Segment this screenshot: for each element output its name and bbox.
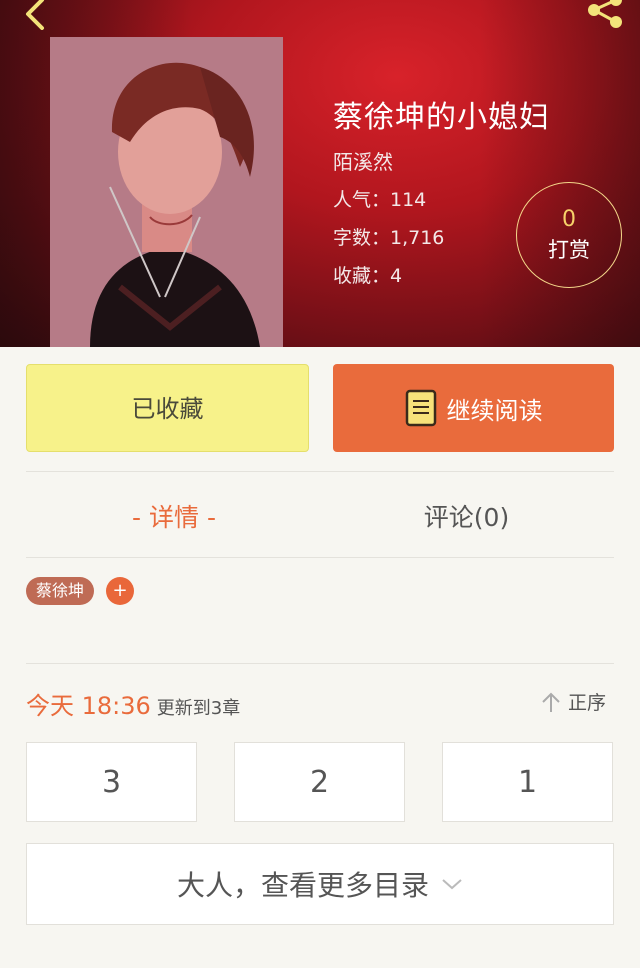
divider: [26, 663, 614, 664]
add-tag-button[interactable]: +: [106, 577, 134, 605]
more-chapters-label: 大人，查看更多目录: [176, 869, 429, 902]
tag-chip[interactable]: 蔡徐坤: [26, 577, 95, 605]
chevron-down-icon: [442, 879, 462, 890]
sort-order-button[interactable]: 正序: [540, 688, 606, 715]
chapter-button[interactable]: 1: [442, 742, 613, 822]
update-info: 今天 18:36 更新到3章: [26, 686, 240, 721]
back-button[interactable]: [18, 0, 52, 30]
book-icon: [405, 389, 436, 427]
up-arrow-icon: [542, 692, 560, 712]
divider: [26, 557, 614, 558]
continue-reading-label: 继续阅读: [446, 396, 543, 425]
favorites-stat: 收藏：4: [333, 265, 403, 287]
continue-reading-button[interactable]: 继续阅读: [333, 364, 614, 452]
book-author[interactable]: 陌溪然: [333, 146, 393, 175]
update-time: 今天 18:36: [26, 692, 151, 720]
tab-detail[interactable]: - 详情 -: [0, 498, 348, 534]
book-title: 蔡徐坤的小媳妇: [333, 100, 550, 135]
more-chapters-button[interactable]: 大人，查看更多目录: [26, 843, 614, 925]
tip-button[interactable]: 0 打赏: [516, 182, 622, 288]
chapter-button[interactable]: 3: [26, 742, 197, 822]
word-count-stat: 字数：1,716: [333, 227, 445, 249]
sort-order-label: 正序: [568, 692, 607, 714]
tip-label: 打赏: [548, 238, 590, 262]
collected-button[interactable]: 已收藏: [26, 364, 309, 452]
chapter-button[interactable]: 2: [234, 742, 405, 822]
tip-count: 0: [562, 207, 576, 232]
tab-comments[interactable]: 评论(0): [348, 498, 585, 534]
share-button[interactable]: [582, 0, 628, 28]
book-cover[interactable]: [50, 37, 283, 347]
back-arrow-icon: [26, 0, 44, 30]
update-text: 更新到3章: [156, 698, 241, 719]
divider: [26, 471, 614, 472]
share-icon: [588, 0, 622, 28]
popularity-stat: 人气：114: [333, 189, 427, 211]
